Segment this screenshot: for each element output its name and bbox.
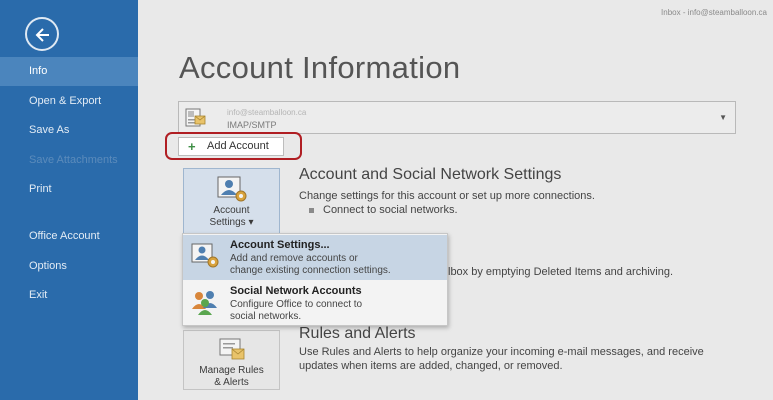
chevron-down-icon: ▼ (719, 113, 727, 122)
back-arrow-icon (35, 28, 49, 42)
rules-alerts-icon (219, 338, 244, 360)
account-settings-label-2: Settings ▾ (209, 217, 254, 228)
account-settings-icon (217, 176, 246, 202)
back-button[interactable] (25, 17, 59, 51)
main-content: Inbox - info@steamballoon.ca Account Inf… (138, 0, 773, 400)
menu-social-network-desc-1: Configure Office to connect to (230, 299, 363, 310)
backstage-sidebar: Info Open & Export Save As Save Attachme… (0, 0, 138, 400)
connect-social-link[interactable]: Connect to social networks. (309, 204, 458, 216)
menu-item-account-settings[interactable]: Account Settings... Add and remove accou… (183, 235, 447, 280)
account-email: info@steamballoon.ca (227, 108, 307, 117)
nav-print[interactable]: Print (0, 175, 138, 204)
nav-open-export[interactable]: Open & Export (0, 87, 138, 116)
menu-social-network-title: Social Network Accounts (230, 285, 362, 297)
menu-social-network-desc: Configure Office to connect to social ne… (230, 299, 440, 323)
nav-exit[interactable]: Exit (0, 281, 138, 310)
menu-account-settings-desc-2: change existing connection settings. (230, 265, 391, 276)
account-section-desc: Change settings for this account or set … (299, 190, 595, 202)
manage-rules-label-1: Manage Rules (199, 365, 264, 376)
menu-social-network-desc-2: social networks. (230, 311, 302, 322)
nav-info[interactable]: Info (0, 57, 138, 86)
account-settings-menu: Account Settings... Add and remove accou… (182, 233, 448, 326)
manage-rules-label-2: & Alerts (214, 377, 249, 388)
account-selector[interactable]: info@steamballoon.ca IMAP/SMTP ▼ (178, 101, 736, 134)
nav-options[interactable]: Options (0, 252, 138, 281)
add-account-button[interactable]: + Add Account (178, 137, 284, 156)
account-settings-label-1: Account (213, 205, 250, 216)
account-settings-tile[interactable]: Account Settings ▾ (183, 168, 280, 234)
social-network-icon (192, 291, 217, 315)
add-account-label: Add Account (207, 140, 269, 152)
menu-account-settings-desc: Add and remove accounts or change existi… (230, 253, 440, 277)
account-section-title: Account and Social Network Settings (299, 166, 562, 183)
manage-rules-tile[interactable]: Manage Rules & Alerts (183, 330, 280, 390)
plus-icon: + (188, 139, 196, 154)
nav-save-attachments[interactable]: Save Attachments (0, 146, 138, 175)
account-type: IMAP/SMTP (227, 120, 277, 130)
window-title: Inbox - info@steamballoon.ca (661, 8, 767, 17)
menu-account-settings-desc-1: Add and remove accounts or (230, 253, 358, 264)
rules-section-desc-1: Use Rules and Alerts to help organize yo… (299, 346, 704, 358)
menu-account-settings-title: Account Settings... (230, 239, 330, 251)
rules-section-title: Rules and Alerts (299, 325, 416, 342)
menu-item-social-network-accounts[interactable]: Social Network Accounts Configure Office… (183, 281, 447, 326)
page-title: Account Information (179, 50, 461, 85)
nav-office-account[interactable]: Office Account (0, 222, 138, 251)
rules-section-desc-2: updates when items are added, changed, o… (299, 360, 563, 372)
nav-save-as[interactable]: Save As (0, 116, 138, 145)
mail-account-icon (185, 108, 206, 127)
mailbox-cleanup-desc: lbox by emptying Deleted Items and archi… (448, 266, 674, 278)
account-settings-icon (191, 243, 219, 268)
